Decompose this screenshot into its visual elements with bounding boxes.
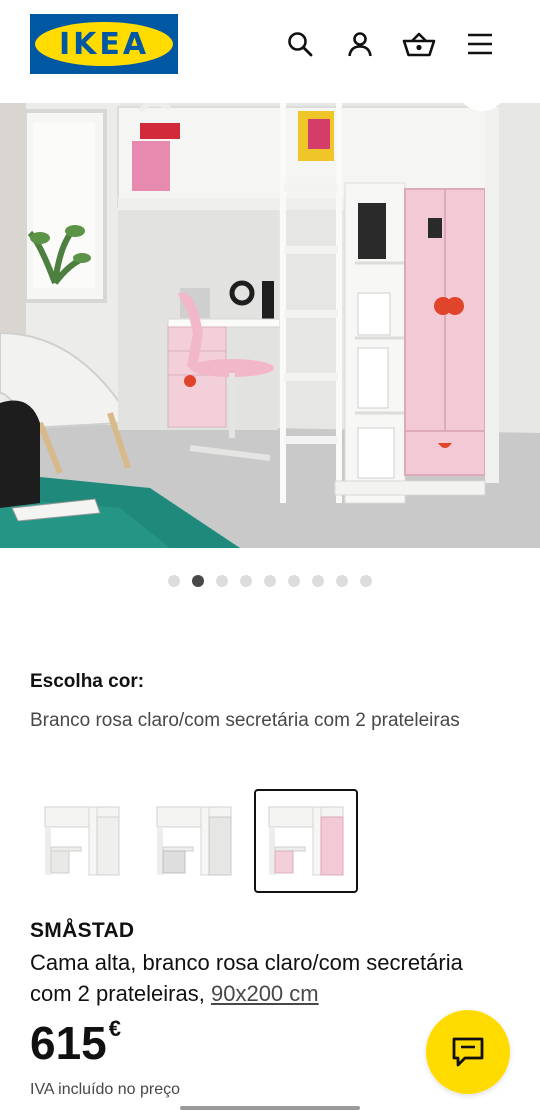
header: IKEA [0, 0, 540, 88]
variant-white-grey[interactable] [30, 789, 134, 893]
gallery-dot[interactable] [168, 575, 180, 587]
ikea-logo[interactable]: IKEA [30, 14, 178, 74]
product-name: SMÅSTAD [30, 919, 135, 942]
menu-button[interactable] [462, 26, 498, 62]
product-size-link[interactable]: 90x200 cm [211, 981, 319, 1006]
basket-button[interactable] [401, 26, 437, 62]
gallery-dot[interactable] [264, 575, 276, 587]
user-icon [348, 32, 372, 57]
color-choice-value: Branco rosa claro/com secretária com 2 p… [30, 710, 460, 731]
color-choice-label: Escolha cor: [30, 671, 145, 692]
gallery-dot[interactable] [216, 575, 228, 587]
logo-text: IKEA [58, 26, 150, 62]
gallery-dot[interactable] [360, 575, 372, 587]
gallery-dot[interactable] [288, 575, 300, 587]
gallery-pagination [0, 575, 540, 587]
product-description: Cama alta, branco rosa claro/com secretá… [30, 947, 500, 1009]
basket-icon [402, 32, 436, 57]
menu-icon [468, 33, 492, 55]
product-price: 615 € [30, 1016, 121, 1070]
gallery-dot[interactable] [336, 575, 348, 587]
chat-button[interactable] [426, 1010, 510, 1094]
variant-white-light-pink[interactable] [254, 789, 358, 893]
search-icon [288, 32, 313, 57]
gallery-dot-active[interactable] [192, 575, 204, 587]
loft-bed-room-scene [0, 103, 540, 548]
search-button[interactable] [282, 26, 318, 62]
variant-thumbnail [156, 806, 232, 876]
account-button[interactable] [342, 26, 378, 62]
logo-oval: IKEA [35, 22, 173, 66]
vat-note: IVA incluído no preço [30, 1081, 181, 1098]
variant-thumbnail [268, 806, 344, 876]
color-variants [30, 789, 358, 893]
price-integer: 615 [30, 1017, 107, 1069]
home-indicator [180, 1106, 360, 1110]
chat-icon [452, 1037, 484, 1067]
product-image[interactable] [0, 103, 540, 548]
gallery-dot[interactable] [240, 575, 252, 587]
variant-white-grey-drawers[interactable] [142, 789, 246, 893]
variant-thumbnail [44, 806, 120, 876]
gallery-dot[interactable] [312, 575, 324, 587]
price-currency: € [108, 1016, 121, 1041]
